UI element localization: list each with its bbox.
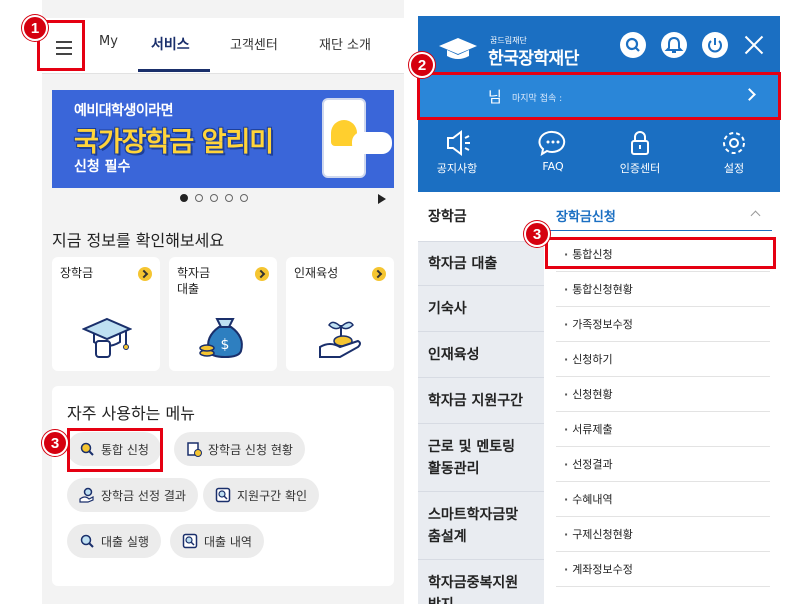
megaphone-icon	[447, 130, 470, 156]
graduation-cap-logo-icon	[439, 38, 477, 59]
search-window-icon	[182, 533, 198, 549]
chip-label: 대출 내역	[204, 534, 252, 549]
submenu-item[interactable]: 계좌정보수정	[556, 552, 770, 587]
banner-line3: 신청 필수	[74, 159, 131, 175]
card-label: 장학금	[60, 266, 94, 280]
bell-icon	[664, 36, 684, 53]
card-student-loan[interactable]: 학자금 대출 $	[169, 257, 277, 371]
document-check-icon	[187, 442, 202, 457]
sidebar-item-work-mentoring[interactable]: 근로 및 멘토링 활동관리	[418, 424, 544, 492]
chip-label: 장학금 선정 결과	[101, 488, 186, 503]
graduation-cap-hand-icon	[82, 317, 132, 358]
power-icon	[708, 38, 722, 53]
sidebar-item-smart-plan[interactable]: 스마트학자금맞 춤설계	[418, 492, 544, 560]
active-tab-indicator	[138, 69, 210, 72]
banner-line1: 예비대학생이라면	[74, 103, 174, 119]
card-scholarship[interactable]: 장학금	[52, 257, 160, 371]
sidebar-item-support-tier[interactable]: 학자금 지원구간	[418, 378, 544, 424]
submenu-item[interactable]: 신청현황	[556, 377, 770, 412]
frequent-menu-title: 자주 사용하는 메뉴	[67, 404, 195, 423]
logo-title: 한국장학재단	[488, 49, 579, 69]
chevron-right-icon	[372, 267, 386, 281]
chip-loan-execution[interactable]: 대출 실행	[67, 524, 161, 558]
sidebar-item-talent[interactable]: 인재육성	[418, 332, 544, 378]
step-badge: 3	[42, 430, 68, 456]
carousel-dot[interactable]	[240, 194, 248, 202]
chip-scholarship-status[interactable]: 장학금 신청 현황	[174, 432, 305, 466]
highlight-user-bar	[417, 72, 781, 120]
notification-button[interactable]	[661, 32, 687, 58]
carousel-dot[interactable]	[225, 194, 233, 202]
step-badge: 3	[524, 221, 550, 247]
chevron-up-icon[interactable]	[750, 210, 761, 221]
step-badge: 2	[409, 52, 435, 78]
submenu-item[interactable]: 가족정보수정	[556, 307, 770, 342]
category-sidebar: 장학금 학자금 대출 기숙사 인재육성 학자금 지원구간 근로 및 멘토링 활동…	[418, 192, 544, 604]
magnifier-icon	[80, 534, 94, 548]
svg-text:$: $	[221, 337, 230, 353]
submenu-item[interactable]: 수혜내역	[556, 482, 770, 517]
promo-banner[interactable]: 예비대학생이라면 국가장학금 알리미 신청 필수	[52, 90, 394, 188]
sidebar-item-dormitory[interactable]: 기숙사	[418, 286, 544, 332]
submenu-item[interactable]: 서류제출	[556, 412, 770, 447]
quick-link-label: 설정	[723, 162, 745, 175]
lock-icon	[631, 131, 649, 155]
quick-link-settings[interactable]: 설정	[699, 130, 769, 176]
highlight-integrated-chip	[67, 428, 163, 472]
chip-label: 지원구간 확인	[237, 488, 308, 503]
card-talent-development[interactable]: 인재육성	[286, 257, 394, 371]
chevron-right-icon	[138, 267, 152, 281]
submenu-title[interactable]: 장학금신청	[556, 206, 616, 225]
carousel-dot[interactable]	[180, 194, 188, 202]
logout-button[interactable]	[702, 32, 728, 58]
sidebar-item-student-loan[interactable]: 학자금 대출	[418, 242, 544, 286]
card-label: 인재육성	[294, 266, 339, 280]
carousel-dot[interactable]	[195, 194, 203, 202]
banner-line2: 국가장학금 알리미	[74, 127, 274, 158]
info-section-title: 지금 정보를 확인해보세요	[52, 231, 225, 250]
carousel-dots	[180, 194, 248, 202]
chat-bubble-icon	[538, 130, 566, 156]
hand-illustration-icon	[352, 132, 392, 154]
search-icon	[625, 37, 640, 52]
sidebar-item-duplicate-prevention[interactable]: 학자금중복지원 방지	[418, 560, 544, 604]
chip-label: 장학금 신청 현황	[208, 442, 293, 457]
carousel-play-icon[interactable]	[378, 194, 386, 204]
tab-my[interactable]: My	[99, 34, 118, 49]
step-badge: 1	[22, 15, 48, 41]
carousel-dot[interactable]	[210, 194, 218, 202]
money-bag-icon: $	[199, 318, 243, 359]
medal-hand-icon	[79, 487, 94, 503]
quick-link-label: FAQ	[542, 160, 564, 173]
sprout-hand-icon	[319, 321, 361, 358]
chip-scholarship-result[interactable]: 장학금 선정 결과	[67, 478, 198, 512]
quick-link-faq[interactable]: FAQ	[518, 130, 588, 173]
card-label: 학자금 대출	[177, 266, 211, 296]
quick-link-label: 인증센터	[619, 162, 661, 175]
search-window-icon	[215, 487, 231, 503]
highlight-integrated-application	[545, 237, 776, 269]
frequent-menu-panel: 자주 사용하는 메뉴 통합 신청 장학금 신청 현황 장학금 선정 결과 지원구…	[52, 386, 394, 586]
submenu-item[interactable]: 구제신청현황	[556, 517, 770, 552]
quick-link-notice[interactable]: 공지사항	[422, 130, 492, 176]
close-icon[interactable]	[742, 33, 766, 57]
submenu-item[interactable]: 통합신청현황	[556, 272, 770, 307]
left-screen: My 서비스 고객센터 재단 소개 예비대학생이라면 국가장학금 알리미 신청 …	[42, 0, 404, 604]
search-button[interactable]	[620, 32, 646, 58]
submenu-divider	[548, 230, 772, 231]
submenu-item[interactable]: 선정결과	[556, 447, 770, 482]
chip-label: 대출 실행	[101, 534, 149, 549]
chip-support-tier-check[interactable]: 지원구간 확인	[203, 478, 320, 512]
tab-customer-center[interactable]: 고객센터	[230, 34, 278, 53]
submenu-item[interactable]: 신청하기	[556, 342, 770, 377]
gear-icon	[723, 132, 745, 154]
quick-link-label: 공지사항	[436, 162, 478, 175]
tab-service[interactable]: 서비스	[151, 34, 190, 54]
chevron-right-icon	[255, 267, 269, 281]
top-navigation: My 서비스 고객센터 재단 소개	[42, 18, 404, 74]
chip-loan-history[interactable]: 대출 내역	[170, 524, 264, 558]
tab-foundation-intro[interactable]: 재단 소개	[319, 34, 371, 53]
quick-link-certification[interactable]: 인증센터	[605, 130, 675, 176]
